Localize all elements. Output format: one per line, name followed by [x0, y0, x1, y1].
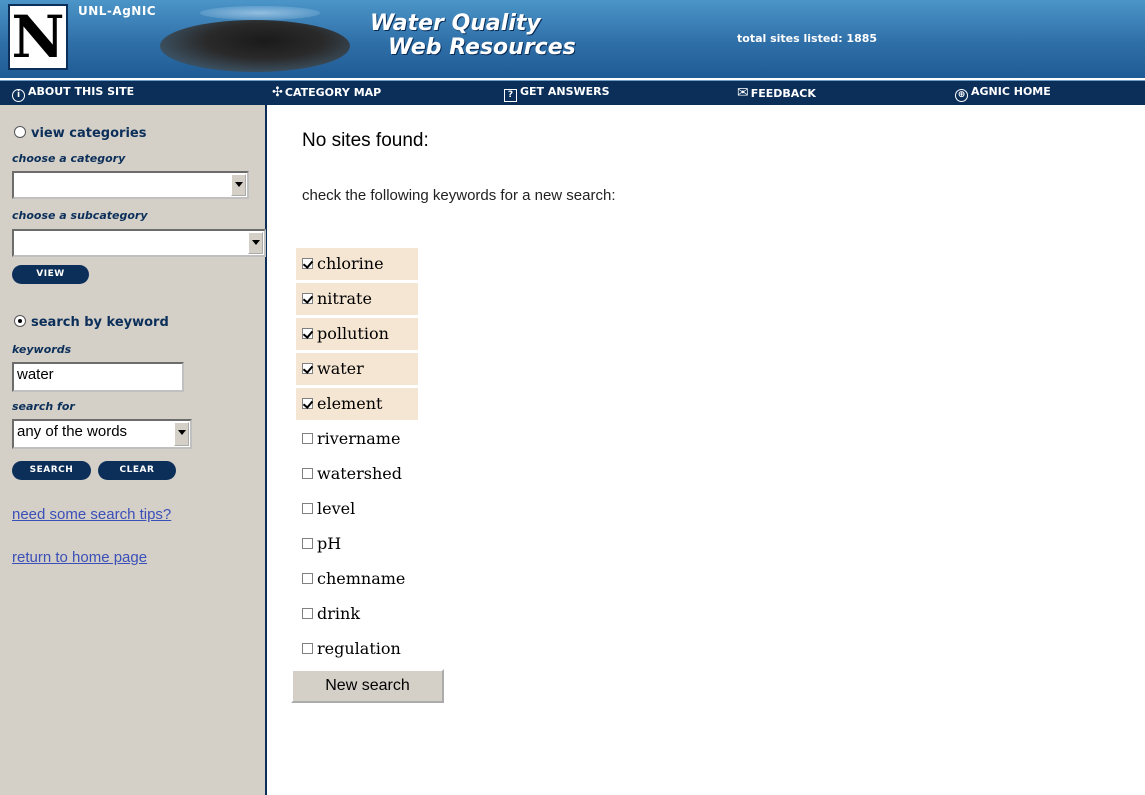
keyword-label: nitrate [317, 289, 372, 308]
nav-feedback-label: FEEDBACK [750, 87, 816, 100]
nav-about-label: ABOUT THIS SITE [28, 85, 135, 98]
keyword-checkbox[interactable] [302, 293, 313, 304]
keyword-checkbox[interactable] [302, 398, 313, 409]
view-categories-radio[interactable] [14, 126, 26, 138]
question-icon: ? [504, 89, 517, 102]
site-title-line2: Web Resources [388, 35, 576, 60]
nav-about[interactable]: i ABOUT THIS SITE [12, 85, 134, 102]
return-home-link[interactable]: return to home page [12, 549, 147, 566]
chevron-down-icon[interactable] [174, 422, 189, 446]
unl-logo[interactable]: N [8, 4, 68, 70]
keyword-checkbox[interactable] [302, 573, 313, 584]
nav-get-answers[interactable]: ? GET ANSWERS [504, 85, 610, 102]
keyword-checkbox[interactable] [302, 538, 313, 549]
map-arrows-icon: ✣ [272, 85, 283, 100]
keyword-option[interactable]: element [296, 388, 418, 420]
keyword-checkbox[interactable] [302, 328, 313, 339]
keyword-label: rivername [317, 429, 401, 448]
keyword-label: level [317, 499, 356, 518]
search-button[interactable]: SEARCH [12, 461, 91, 480]
keyword-option[interactable]: chlorine [296, 248, 418, 280]
nav-get-answers-label: GET ANSWERS [520, 85, 610, 98]
keyword-option[interactable]: water [296, 353, 418, 385]
search-for-select[interactable]: any of the words [12, 419, 192, 449]
water-drop-decoration [160, 20, 350, 72]
total-sites-count: total sites listed: 1885 [737, 32, 878, 45]
keyword-checkbox[interactable] [302, 258, 313, 269]
keywords-label: keywords [12, 343, 72, 356]
keyword-checkbox[interactable] [302, 433, 313, 444]
chevron-down-icon[interactable] [248, 232, 263, 254]
nav-agnic-home-label: AGNIC HOME [971, 85, 1051, 98]
keyword-checkbox[interactable] [302, 468, 313, 479]
keyword-label: drink [317, 604, 361, 623]
keyword-label: regulation [317, 639, 401, 658]
view-categories-label: view categories [31, 126, 147, 141]
search-tips-link[interactable]: need some search tips? [12, 506, 171, 523]
category-select[interactable] [12, 171, 249, 199]
keyword-option[interactable]: rivername [296, 423, 400, 455]
org-name: UNL-AgNIC [78, 4, 157, 18]
search-for-select-value: any of the words [17, 423, 128, 440]
keyword-label: element [317, 394, 383, 413]
nav-category-map[interactable]: ✣ CATEGORY MAP [272, 85, 381, 100]
keyword-option[interactable]: watershed [296, 458, 402, 490]
keyword-label: watershed [317, 464, 403, 483]
keyword-option[interactable]: chemname [296, 563, 405, 595]
keyword-checkbox[interactable] [302, 608, 313, 619]
view-button[interactable]: VIEW [12, 265, 89, 284]
keyword-option[interactable]: level [296, 493, 355, 525]
chevron-down-icon[interactable] [231, 174, 246, 196]
search-by-keyword-option[interactable]: search by keyword [14, 315, 169, 330]
keyword-label: pH [317, 534, 342, 553]
choose-subcategory-label: choose a subcategory [12, 209, 148, 222]
search-for-label: search for [12, 400, 75, 413]
search-sidebar: view categories choose a category choose… [0, 105, 267, 795]
search-by-keyword-radio[interactable] [14, 315, 26, 327]
new-search-button[interactable]: New search [291, 669, 444, 703]
keyword-instructions: check the following keywords for a new s… [302, 187, 616, 204]
keyword-option[interactable]: drink [296, 598, 360, 630]
keyword-label: chlorine [317, 254, 384, 273]
water-ripple-decoration [200, 6, 320, 20]
keyword-option[interactable]: pH [296, 528, 341, 560]
subcategory-select[interactable] [12, 229, 266, 257]
site-header: N UNL-AgNIC Water Quality Web Resources … [0, 0, 1145, 78]
keyword-label: pollution [317, 324, 389, 343]
no-results-heading: No sites found: [302, 130, 429, 151]
keyword-label: water [317, 359, 364, 378]
keyword-option[interactable]: regulation [296, 633, 401, 665]
nav-feedback[interactable]: ✉ FEEDBACK [737, 85, 816, 101]
nav-agnic-home[interactable]: ⊕ AGNIC HOME [955, 85, 1051, 102]
globe-icon: ⊕ [955, 89, 968, 102]
info-icon: i [12, 89, 25, 102]
search-by-keyword-label: search by keyword [31, 315, 169, 330]
keywords-input[interactable]: water [12, 362, 184, 392]
keyword-option[interactable]: nitrate [296, 283, 418, 315]
keyword-checkbox[interactable] [302, 643, 313, 654]
top-navbar: i ABOUT THIS SITE ✣ CATEGORY MAP ? GET ANSW… [0, 80, 1145, 105]
keyword-label: chemname [317, 569, 406, 588]
clear-button[interactable]: CLEAR [98, 461, 176, 480]
choose-category-label: choose a category [12, 152, 126, 165]
envelope-icon: ✉ [737, 85, 749, 101]
nav-category-map-label: CATEGORY MAP [284, 86, 382, 99]
site-title: Water Quality Web Resources [370, 12, 576, 60]
keyword-option[interactable]: pollution [296, 318, 418, 350]
view-categories-option[interactable]: view categories [14, 126, 146, 141]
keyword-checkbox[interactable] [302, 363, 313, 374]
site-title-line1: Water Quality [370, 11, 541, 36]
keyword-checkbox[interactable] [302, 503, 313, 514]
